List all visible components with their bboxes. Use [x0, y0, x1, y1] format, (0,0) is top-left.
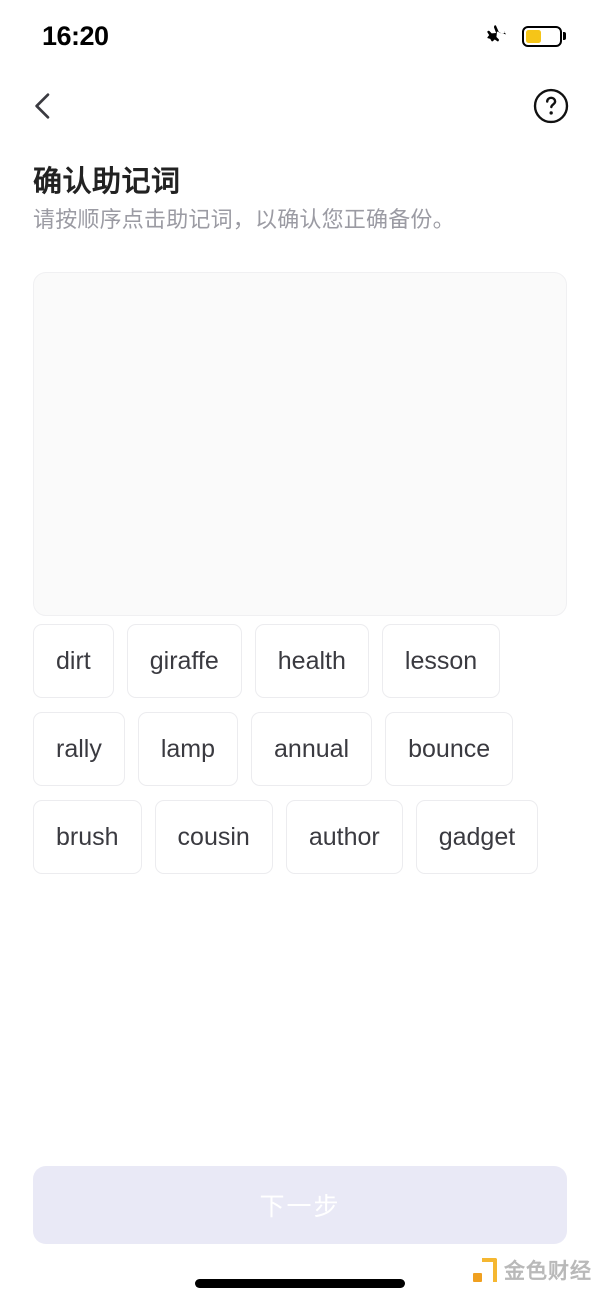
word-chip[interactable]: author	[285, 800, 403, 874]
selected-words-panel[interactable]	[33, 272, 567, 616]
home-indicator	[195, 1279, 405, 1288]
word-chip[interactable]: brush	[33, 800, 142, 874]
word-chip[interactable]: cousin	[154, 800, 273, 874]
word-chip[interactable]: bounce	[385, 712, 514, 786]
word-chip[interactable]: health	[254, 624, 369, 698]
navigation-bar	[0, 72, 600, 140]
status-time: 16:20	[42, 20, 109, 51]
word-bank: dirt giraffe health lesson rally lamp annual bo…	[33, 624, 567, 874]
watermark: 金色财经	[473, 1255, 592, 1285]
page-title: 确认助记词	[33, 166, 181, 198]
back-button[interactable]	[26, 86, 60, 126]
help-button[interactable]	[532, 87, 570, 125]
word-chip[interactable]: giraffe	[126, 624, 242, 698]
next-button[interactable]: 下一步	[33, 1166, 567, 1244]
status-bar: 16:20	[0, 0, 600, 72]
word-chip[interactable]: annual	[251, 712, 373, 786]
word-chip[interactable]: rally	[33, 712, 125, 786]
question-mark-circle-icon	[533, 88, 569, 124]
page-subtitle: 请按顺序点击助记词，以确认您正确备份。	[33, 207, 455, 232]
status-indicators	[483, 23, 566, 49]
phone-screen: 16:20 确认助记词 请按顺序点击助记词，以确认您正确备份。 dirt gir…	[0, 0, 600, 1299]
airplane-mode-icon	[483, 23, 509, 49]
chevron-left-icon	[35, 93, 50, 119]
word-chip[interactable]: dirt	[33, 624, 114, 698]
word-chip[interactable]: lesson	[381, 624, 501, 698]
word-chip[interactable]: lamp	[137, 712, 239, 786]
word-chip[interactable]: gadget	[415, 800, 539, 874]
watermark-text: 金色财经	[504, 1260, 592, 1283]
battery-icon	[522, 25, 566, 47]
watermark-logo-icon	[473, 1258, 497, 1282]
